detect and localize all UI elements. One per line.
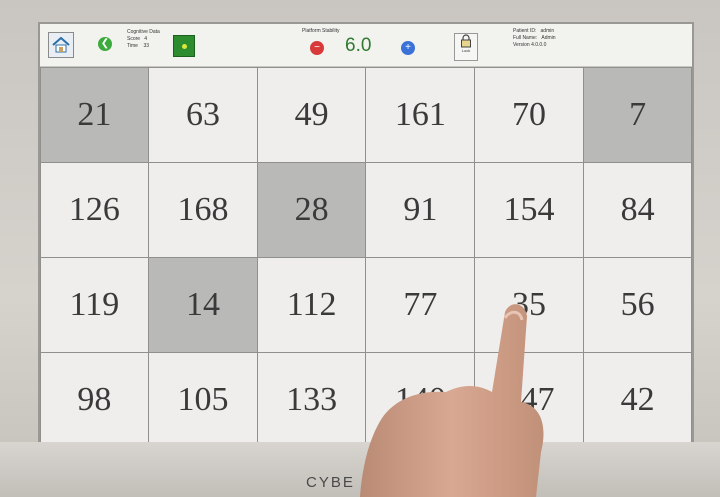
patient-id-value: admin xyxy=(540,28,555,34)
grid-cell[interactable]: 70 xyxy=(474,66,584,163)
grid-cell[interactable]: 42 xyxy=(582,351,692,447)
grid-cell[interactable]: 14 xyxy=(148,256,258,353)
monitor-bezel: CYBE xyxy=(0,442,720,497)
brand-logo: CYBE xyxy=(306,474,355,491)
patient-id-label: Patient ID: xyxy=(513,28,537,34)
back-arrow-icon: ❮ xyxy=(100,38,110,49)
grid-cell[interactable]: 35 xyxy=(474,256,584,353)
grid-cell[interactable]: 105 xyxy=(148,351,258,447)
grid-cell[interactable]: 98 xyxy=(40,351,150,447)
grid-cell[interactable]: 77 xyxy=(365,256,476,353)
stability-value: 6.0 xyxy=(345,35,372,56)
home-button[interactable] xyxy=(48,32,74,58)
time-label: Time xyxy=(127,43,138,49)
back-button[interactable]: ❮ xyxy=(98,37,112,51)
time-row: Time 33 xyxy=(127,43,160,50)
score-label: Score xyxy=(127,36,141,42)
dot-icon xyxy=(181,43,187,49)
lock-button[interactable]: Lock xyxy=(454,33,478,61)
minus-icon: − xyxy=(314,42,320,53)
grid-cell[interactable]: 7 xyxy=(582,66,692,163)
grid-cell[interactable]: 21 xyxy=(40,66,150,163)
grid-cell[interactable]: 133 xyxy=(256,351,367,447)
lock-icon xyxy=(461,34,471,48)
home-icon xyxy=(52,37,70,53)
monitor-frame: ❮ Cognitive Data Score 4 Time 33 Platfor… xyxy=(0,0,720,497)
time-value: 33 xyxy=(143,43,150,49)
score-row: Score 4 xyxy=(127,36,160,43)
touch-screen: ❮ Cognitive Data Score 4 Time 33 Platfor… xyxy=(38,22,694,449)
cognitive-data-panel: Cognitive Data Score 4 Time 33 xyxy=(127,29,160,50)
grid-cell[interactable]: 147 xyxy=(474,351,584,447)
grid-cell[interactable]: 168 xyxy=(148,161,258,258)
number-grid: 21 63 49 161 70 7 126 168 28 91 154 84 119 14 112 77 35 5… xyxy=(40,66,692,447)
grid-cell[interactable]: 28 xyxy=(256,161,367,258)
grid-cell[interactable]: 154 xyxy=(474,161,584,258)
grid-cell[interactable]: 56 xyxy=(582,256,692,353)
grid-cell[interactable]: 112 xyxy=(256,256,367,353)
score-value: 4 xyxy=(144,36,148,42)
grid-cell[interactable]: 63 xyxy=(148,66,258,163)
lock-label: Lock xyxy=(461,48,471,53)
decrease-stability-button[interactable]: − xyxy=(310,41,324,55)
patient-id-row: Patient ID: admin xyxy=(513,28,556,35)
grid-cell[interactable]: 119 xyxy=(40,256,150,353)
full-name-row: Full Name: Admin xyxy=(513,35,556,42)
stability-label: Platform Stability xyxy=(302,28,340,34)
plus-icon: + xyxy=(405,42,411,53)
grid-cell[interactable]: 91 xyxy=(365,161,476,258)
start-button[interactable] xyxy=(173,35,195,57)
full-name-label: Full Name: xyxy=(513,35,538,41)
grid-cell[interactable]: 126 xyxy=(40,161,150,258)
grid-cell[interactable]: 49 xyxy=(256,66,367,163)
grid-cell[interactable]: 140 xyxy=(365,351,476,447)
increase-stability-button[interactable]: + xyxy=(401,41,415,55)
top-toolbar: ❮ Cognitive Data Score 4 Time 33 Platfor… xyxy=(40,24,692,67)
version-text: Version 4.0.0.0 xyxy=(513,42,547,48)
grid-cell[interactable]: 161 xyxy=(365,66,476,163)
grid-cell[interactable]: 84 xyxy=(582,161,692,258)
cognitive-title: Cognitive Data xyxy=(127,29,160,35)
full-name-value: Admin xyxy=(541,35,556,41)
patient-info: Patient ID: admin Full Name: Admin Versi… xyxy=(513,28,556,49)
